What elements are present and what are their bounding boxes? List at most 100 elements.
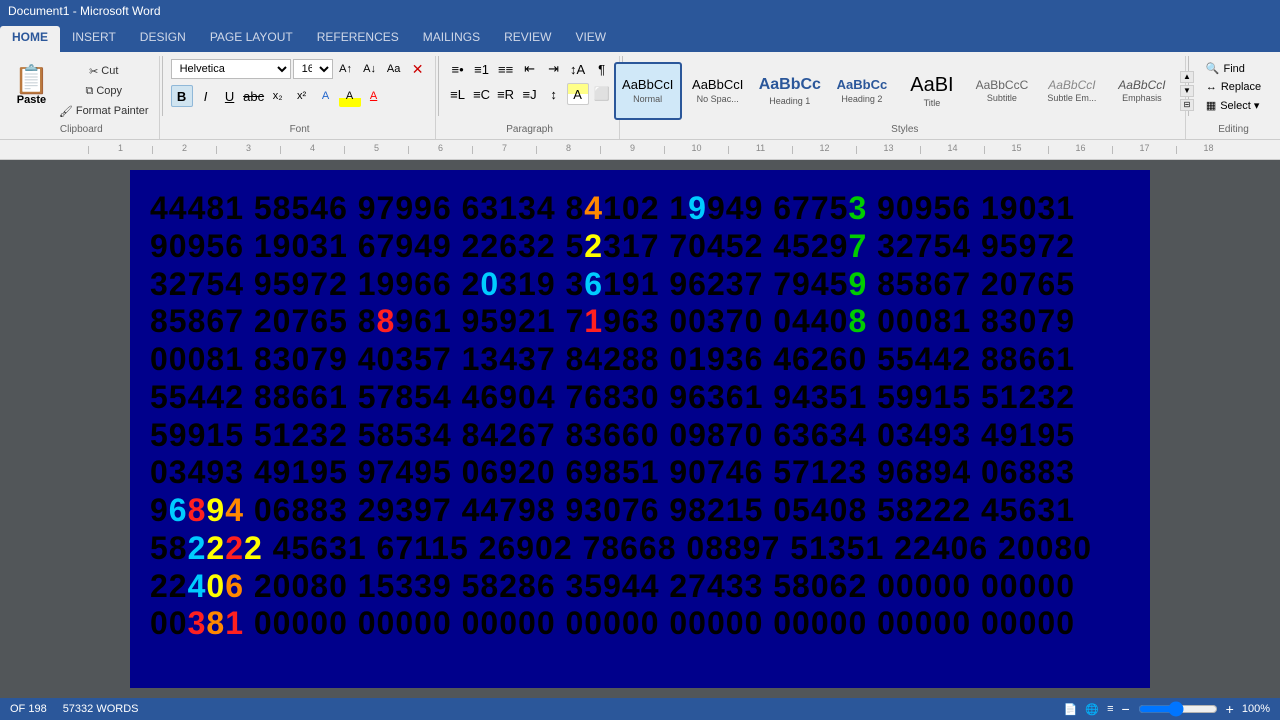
format-painter-label: Format Painter [76,105,149,117]
zoom-in-button[interactable]: + [1226,701,1234,717]
view-outline-icon[interactable]: ≡ [1107,703,1113,715]
tab-page-layout[interactable]: PAGE LAYOUT [198,26,305,52]
ruler-mark: 10 [664,146,728,154]
increase-indent-button[interactable]: ⇥ [543,58,565,80]
align-left-button[interactable]: ≡L [447,83,469,105]
doc-page[interactable]: 44481 58546 97996 63134 84102 19949 6775… [130,170,1150,688]
borders-button[interactable]: ⬜ [591,83,613,105]
sort-button[interactable]: ↕A [567,58,589,80]
tab-row: HOME INSERT DESIGN PAGE LAYOUT REFERENCE… [0,22,1280,52]
tab-design[interactable]: DESIGN [128,26,198,52]
style-normal[interactable]: AaBbCcI Normal [614,62,682,120]
tab-references[interactable]: REFERENCES [305,26,411,52]
zoom-out-button[interactable]: − [1121,701,1129,717]
copy-button[interactable]: ⧉ Copy [55,82,153,100]
doc-line: 00381 00000 00000 00000 00000 00000 0000… [150,605,1130,643]
change-case-button[interactable]: Aa [383,58,405,80]
doc-content: 44481 58546 97996 63134 84102 19949 6775… [150,190,1130,643]
paste-button[interactable]: 📋 Paste [10,58,53,114]
text-effects-button[interactable]: A [315,85,337,107]
tab-view[interactable]: VIEW [563,26,618,52]
style-emphasis[interactable]: AaBbCcI Emphasis [1108,62,1176,120]
underline-button[interactable]: U [219,85,241,107]
style-subtitle-preview: AaBbCcC [976,78,1029,92]
title-bar: Document1 - Microsoft Word [0,0,1280,22]
clear-format-button[interactable]: ✕ [407,58,429,80]
ruler-mark: 18 [1176,146,1240,154]
font-family-select[interactable]: Helvetica [171,59,291,79]
style-no-space[interactable]: AaBbCcI No Spac... [684,62,752,120]
tab-home[interactable]: HOME [0,26,60,52]
tab-insert[interactable]: INSERT [60,26,128,52]
font-group-label: Font [290,124,310,135]
decrease-font-button[interactable]: A↓ [359,58,381,80]
align-right-button[interactable]: ≡R [495,83,517,105]
style-heading1[interactable]: AaBbCc Heading 1 [754,62,826,120]
doc-line: 85867 20765 88961 95921 71963 00370 0440… [150,303,1130,341]
replace-button[interactable]: ↔ Replace [1200,79,1267,95]
bold-button[interactable]: B [171,85,193,107]
paste-label: Paste [17,94,46,106]
ruler-mark: 3 [216,146,280,154]
tab-review[interactable]: REVIEW [492,26,563,52]
word-count: 57332 WORDS [63,703,139,715]
style-title[interactable]: AaBI Title [898,62,966,120]
strikethrough-button[interactable]: abc [243,85,265,107]
numbering-button[interactable]: ≡1 [471,58,493,80]
style-emphasis-preview: AaBbCcI [1118,78,1165,92]
tab-mailings[interactable]: MAILINGS [411,26,492,52]
style-emphasis-label: Emphasis [1122,93,1162,103]
superscript-button[interactable]: x² [291,85,313,107]
find-label: Find [1224,63,1245,75]
title-text: Document1 - Microsoft Word [8,4,161,18]
style-subtle-em[interactable]: AaBbCcI Subtle Em... [1038,62,1106,120]
text-highlight-button[interactable]: A [339,85,361,107]
ruler-mark: 1 [88,146,152,154]
style-heading2[interactable]: AaBbCc Heading 2 [828,62,896,120]
multilevel-button[interactable]: ≡≡ [495,58,517,80]
font-size-select[interactable]: 16.5 [293,59,333,79]
italic-button[interactable]: I [195,85,217,107]
ruler-mark: 17 [1112,146,1176,154]
copy-icon: ⧉ [85,85,93,98]
increase-font-button[interactable]: A↑ [335,58,357,80]
ribbon: HOME INSERT DESIGN PAGE LAYOUT REFERENCE… [0,22,1280,140]
zoom-slider[interactable] [1138,701,1218,717]
page-info: OF 198 [10,703,47,715]
doc-line: 59915 51232 58534 84267 83660 09870 6363… [150,417,1130,455]
format-painter-icon: 🖌 [59,105,73,118]
line-spacing-button[interactable]: ↕ [543,83,565,105]
copy-label: Copy [96,85,122,97]
paste-icon: 📋 [14,66,49,94]
font-color-button[interactable]: A [363,85,385,107]
status-left: OF 198 57332 WORDS [10,703,139,715]
cut-button[interactable]: ✂ Cut [55,62,153,80]
select-button[interactable]: ▦ Select ▾ [1200,97,1267,114]
view-print-icon[interactable]: 📄 [1064,703,1078,716]
ruler-mark: 13 [856,146,920,154]
justify-button[interactable]: ≡J [519,83,541,105]
style-heading2-preview: AaBbCc [837,77,888,93]
style-subtitle-label: Subtitle [987,93,1017,103]
bullets-button[interactable]: ≡• [447,58,469,80]
style-subtle-em-label: Subtle Em... [1047,93,1096,103]
doc-line: 32754 95972 19966 20319 36191 96237 7945… [150,266,1130,304]
style-heading1-preview: AaBbCc [759,75,821,94]
subscript-button[interactable]: x₂ [267,85,289,107]
find-button[interactable]: 🔍 Find [1200,60,1267,77]
ruler-mark: 6 [408,146,472,154]
style-title-label: Title [924,98,941,108]
align-center-button[interactable]: ≡C [471,83,493,105]
shading-button[interactable]: A [567,83,589,105]
decrease-indent-button[interactable]: ⇤ [519,58,541,80]
format-painter-button[interactable]: 🖌 Format Painter [55,102,153,120]
ruler-mark: 8 [536,146,600,154]
show-marks-button[interactable]: ¶ [591,58,613,80]
style-heading1-label: Heading 1 [769,96,810,106]
style-title-preview: AaBI [910,73,953,97]
replace-icon: ↔ [1206,81,1217,93]
ruler-mark: 4 [280,146,344,154]
editing-group: 🔍 Find ↔ Replace ▦ Select ▾ Editing [1191,56,1276,139]
style-subtitle[interactable]: AaBbCcC Subtitle [968,62,1036,120]
view-web-icon[interactable]: 🌐 [1085,703,1099,716]
